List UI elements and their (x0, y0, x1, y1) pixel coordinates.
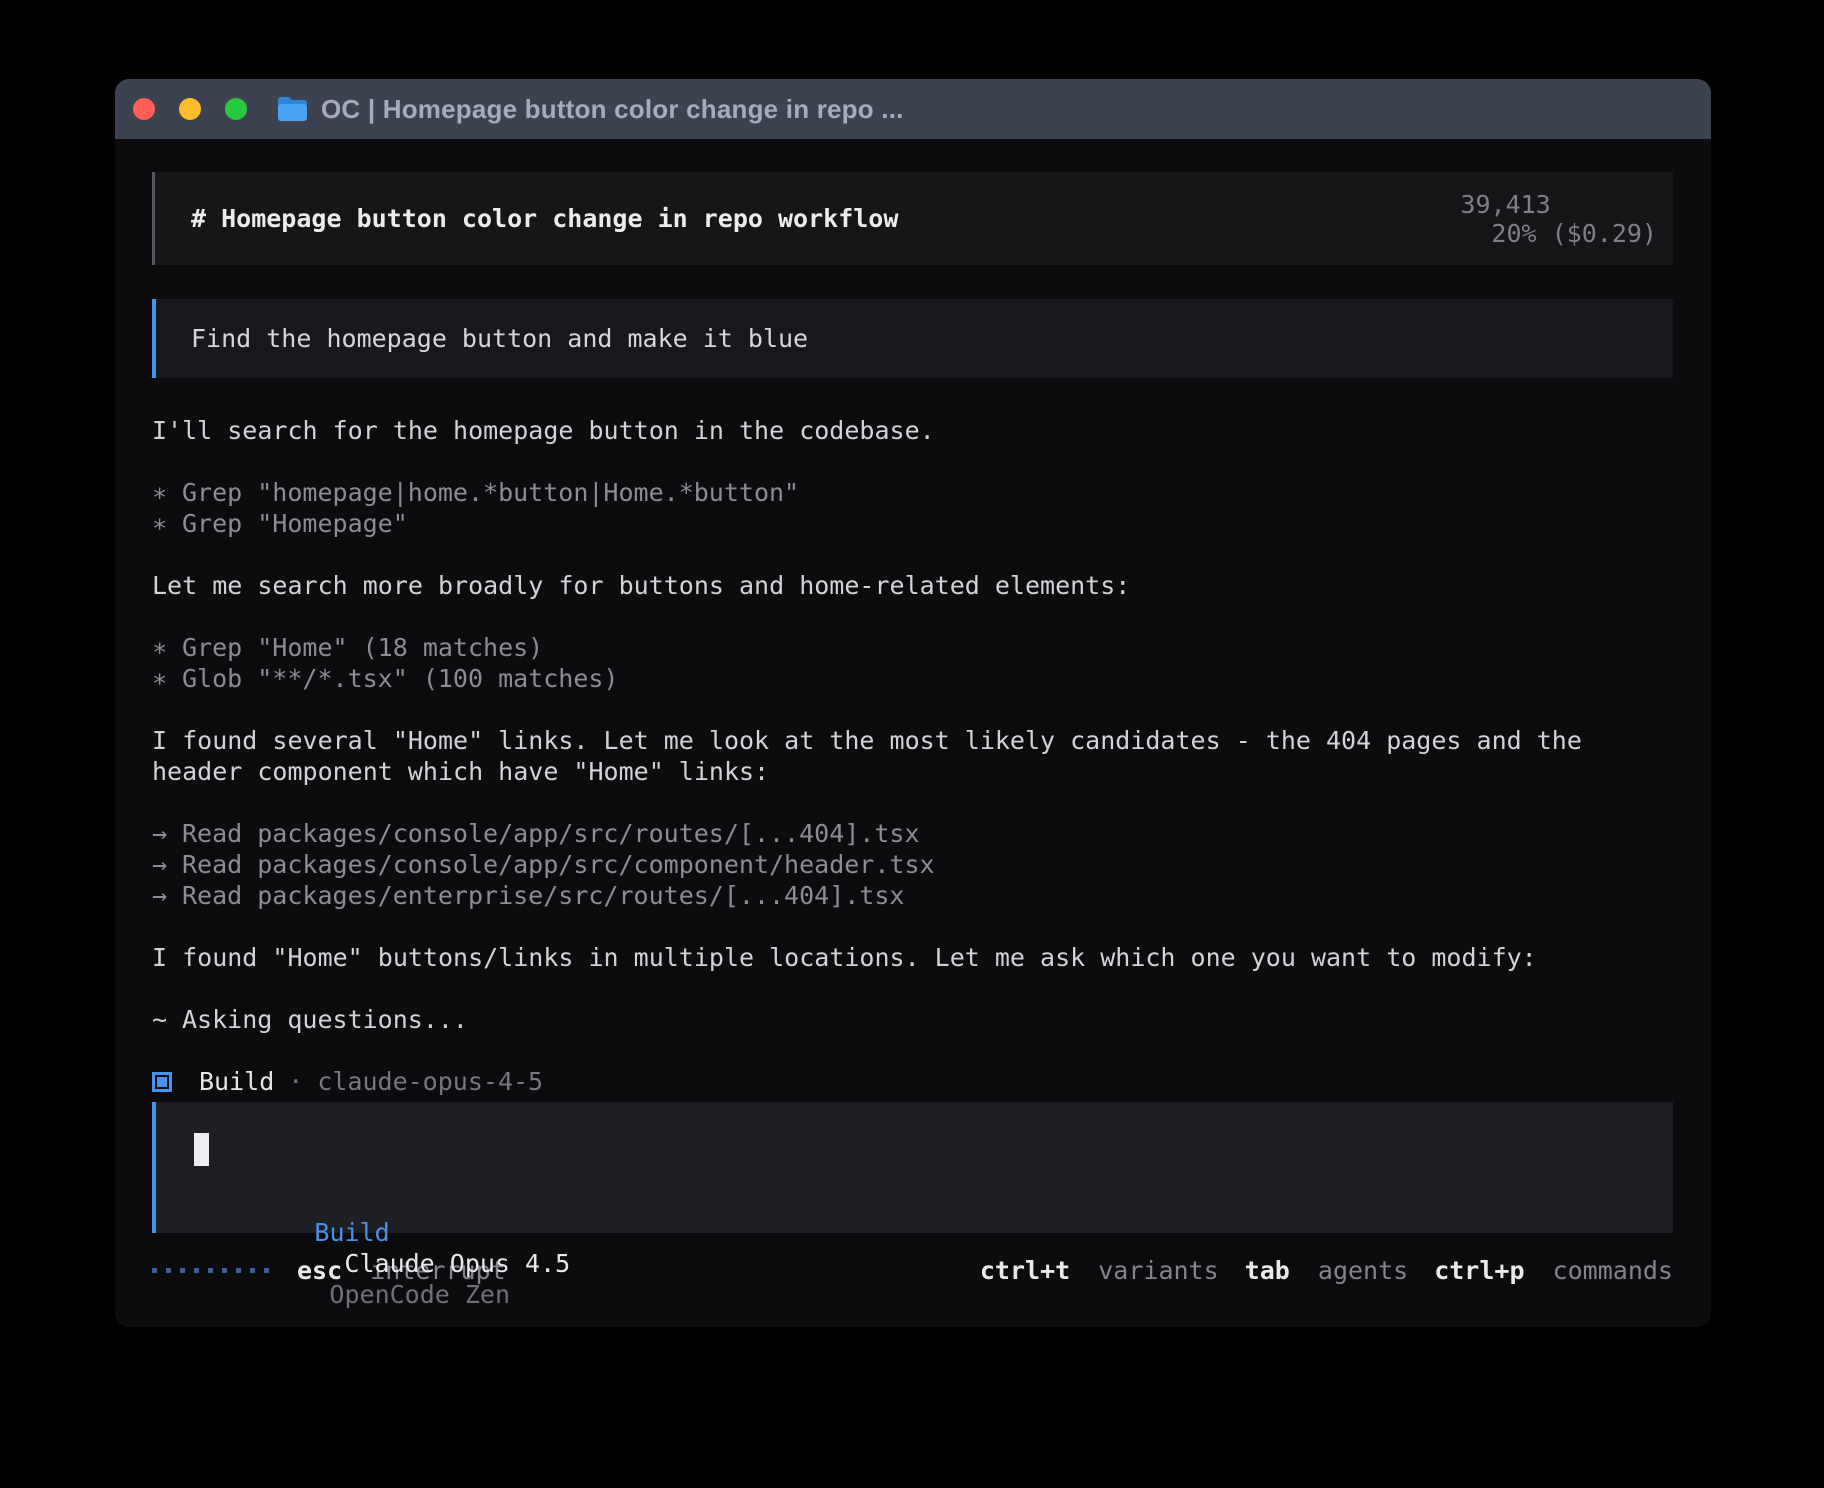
minimize-button[interactable] (179, 98, 201, 120)
user-message-text: Find the homepage button and make it blu… (191, 324, 808, 353)
agent-mode-badge[interactable]: Build (314, 1218, 389, 1247)
terminal-window: OC | Homepage button color change in rep… (115, 79, 1711, 1327)
arrow-right-icon: → (152, 880, 182, 911)
read-call-line: →Read packages/console/app/src/component… (152, 849, 1673, 880)
folder-icon (277, 96, 308, 122)
keyboard-hint: ctrl+t variants (980, 1256, 1219, 1285)
prompt-input[interactable]: Build Claude Opus 4.5 OpenCode Zen (152, 1102, 1673, 1233)
keyboard-hint: ctrl+p commands (1434, 1256, 1673, 1285)
tool-bullet-icon: ∗ (152, 508, 182, 539)
read-call-text: Read packages/console/app/src/component/… (182, 850, 935, 879)
maximize-button[interactable] (225, 98, 247, 120)
terminal-content: # Homepage button color change in repo w… (115, 139, 1711, 1327)
assistant-paragraph: I found several "Home" links. Let me loo… (152, 725, 1673, 756)
assistant-response: I'll search for the homepage button in t… (152, 415, 1673, 1097)
session-stats: 39,413 20% ($0.29) (1340, 161, 1657, 277)
window-title: OC | Homepage button color change in rep… (321, 94, 904, 125)
tool-bullet-icon: ∗ (152, 477, 182, 508)
assistant-paragraph: header component which have "Home" links… (152, 756, 1673, 787)
tool-call-line: ∗Grep "homepage|home.*button|Home.*butto… (152, 477, 1673, 508)
read-call-text: Read packages/enterprise/src/routes/[...… (182, 881, 904, 910)
read-call-text: Read packages/console/app/src/routes/[..… (182, 819, 920, 848)
tool-call-text: Glob "**/*.tsx" (100 matches) (182, 664, 619, 693)
assistant-paragraph: I found "Home" buttons/links in multiple… (152, 942, 1673, 973)
separator-dot: · (288, 1066, 303, 1097)
status-line: ~Asking questions... (152, 1004, 1673, 1035)
hint-key: ctrl+t (980, 1256, 1070, 1285)
status-text: Asking questions... (182, 1005, 468, 1034)
agent-name: Build (199, 1066, 274, 1097)
read-call-line: →Read packages/console/app/src/routes/[.… (152, 818, 1673, 849)
tool-call-line: ∗Grep "Home" (18 matches) (152, 632, 1673, 663)
assistant-paragraph: I'll search for the homepage button in t… (152, 415, 1673, 446)
provider-name: OpenCode Zen (329, 1280, 510, 1309)
hint-key: tab (1245, 1256, 1290, 1285)
status-bar-right: ctrl+t variants tab agents ctrl+p comman… (980, 1256, 1673, 1285)
tool-call-line: ∗Glob "**/*.tsx" (100 matches) (152, 663, 1673, 694)
close-button[interactable] (133, 98, 155, 120)
context-cost: 20% ($0.29) (1491, 219, 1657, 248)
active-model-name: Claude Opus 4.5 (344, 1249, 570, 1278)
tool-call-text: Grep "Home" (18 matches) (182, 633, 543, 662)
text-cursor (194, 1133, 209, 1166)
arrow-right-icon: → (152, 849, 182, 880)
input-status-row: Build Claude Opus 4.5 OpenCode Zen (194, 1186, 570, 1217)
tool-call-text: Grep "homepage|home.*button|Home.*button… (182, 478, 799, 507)
read-call-line: →Read packages/enterprise/src/routes/[..… (152, 880, 1673, 911)
tool-call-text: Grep "Homepage" (182, 509, 408, 538)
token-count: 39,413 (1460, 190, 1550, 219)
hint-label: commands (1553, 1256, 1673, 1285)
session-title: # Homepage button color change in repo w… (191, 204, 898, 233)
titlebar[interactable]: OC | Homepage button color change in rep… (115, 79, 1711, 139)
model-id: claude-opus-4-5 (317, 1066, 543, 1097)
arrow-right-icon: → (152, 818, 182, 849)
keyboard-hint: tab agents (1245, 1256, 1409, 1285)
session-header: # Homepage button color change in repo w… (152, 172, 1673, 265)
tool-bullet-icon: ∗ (152, 663, 182, 694)
agent-model-line: Build · claude-opus-4-5 (152, 1066, 1673, 1097)
agent-icon (152, 1072, 172, 1092)
hint-label: variants (1098, 1256, 1218, 1285)
status-tilde-icon: ~ (152, 1004, 182, 1035)
tool-bullet-icon: ∗ (152, 632, 182, 663)
hint-key: ctrl+p (1434, 1256, 1524, 1285)
user-message: Find the homepage button and make it blu… (152, 299, 1673, 378)
hint-label: agents (1318, 1256, 1408, 1285)
tool-call-line: ∗Grep "Homepage" (152, 508, 1673, 539)
assistant-paragraph: Let me search more broadly for buttons a… (152, 570, 1673, 601)
